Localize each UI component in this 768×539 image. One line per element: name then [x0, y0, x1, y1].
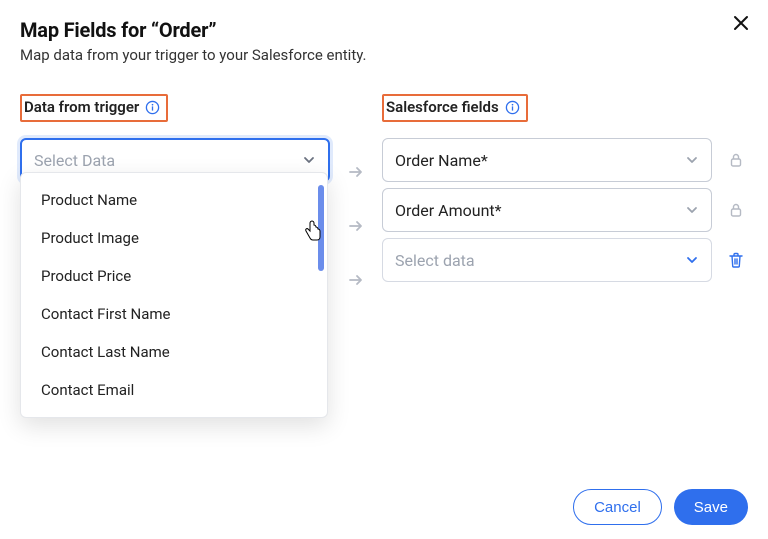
lock-icon — [724, 152, 748, 168]
dropdown-option[interactable]: Contact Email — [21, 371, 327, 409]
trash-icon — [727, 251, 745, 269]
salesforce-field-value: Order Name* — [395, 151, 488, 170]
salesforce-field-value: Order Amount* — [395, 201, 502, 220]
info-icon[interactable] — [505, 100, 520, 115]
salesforce-field-select[interactable]: Order Amount* — [382, 188, 712, 232]
arrow-right-icon — [347, 271, 365, 289]
chevron-down-icon — [685, 253, 699, 267]
arrow-right-icon — [347, 217, 365, 235]
close-icon — [732, 14, 750, 32]
salesforce-field-select[interactable]: Order Name* — [382, 138, 712, 182]
dropdown-option[interactable]: Product Image — [21, 219, 327, 257]
close-button[interactable] — [732, 14, 750, 36]
dropdown-option[interactable]: Contact First Name — [21, 295, 327, 333]
lock-icon — [724, 202, 748, 218]
chevron-down-icon — [302, 153, 316, 167]
salesforce-field-row: Select data — [382, 238, 748, 282]
salesforce-field-row: Order Name* — [382, 138, 748, 182]
info-icon[interactable] — [145, 100, 160, 115]
trigger-label-text: Data from trigger — [24, 98, 139, 116]
trigger-select-placeholder: Select Data — [34, 151, 115, 170]
cancel-button[interactable]: Cancel — [573, 489, 662, 525]
chevron-down-icon — [685, 203, 699, 217]
dialog-subtitle: Map data from your trigger to your Sales… — [20, 46, 748, 64]
salesforce-section-label: Salesforce fields — [382, 94, 528, 122]
arrow-column — [344, 94, 368, 302]
delete-row-button[interactable] — [724, 251, 748, 269]
dropdown-option[interactable]: Contact Last Name — [21, 333, 327, 371]
dropdown-option[interactable]: Product Price — [21, 257, 327, 295]
salesforce-field-row: Order Amount* — [382, 188, 748, 232]
salesforce-label-text: Salesforce fields — [386, 98, 499, 116]
dialog-title: Map Fields for “Order” — [20, 18, 748, 42]
dropdown-option[interactable]: Product Name — [21, 181, 327, 219]
salesforce-field-select[interactable]: Select data — [382, 238, 712, 282]
trigger-section-label: Data from trigger — [20, 94, 168, 122]
trigger-data-dropdown[interactable]: Product Name Product Image Product Price… — [20, 172, 328, 418]
dialog-footer: Cancel Save — [573, 489, 748, 525]
save-button[interactable]: Save — [674, 489, 748, 525]
chevron-down-icon — [685, 153, 699, 167]
scrollbar-thumb[interactable] — [318, 185, 324, 271]
salesforce-field-placeholder: Select data — [395, 251, 475, 270]
arrow-right-icon — [347, 163, 365, 181]
dialog-header: Map Fields for “Order” Map data from you… — [0, 0, 768, 70]
